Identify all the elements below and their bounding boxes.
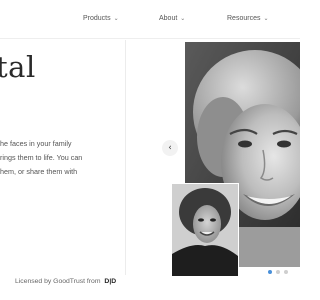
nav-about-label: About (159, 15, 178, 22)
chevron-down-icon: ⌄ (263, 16, 269, 22)
carousel-dot[interactable] (284, 270, 288, 274)
column-divider (125, 40, 126, 275)
nav-resources[interactable]: Resources ⌄ (227, 15, 269, 22)
carousel-pagination (268, 270, 288, 274)
top-navigation: Products ⌄ About ⌄ Resources ⌄ (0, 0, 300, 39)
carousel-dot[interactable] (268, 270, 272, 274)
license-logo: D|D (104, 278, 117, 285)
nav-products[interactable]: Products ⌄ (83, 15, 119, 22)
nav-products-label: Products (83, 15, 111, 22)
hero-title: tal (0, 50, 36, 84)
hero-description: he faces in your family rings them to li… (0, 137, 92, 179)
license-credit: Licensed by GoodTrust from D|D (15, 278, 116, 285)
chevron-down-icon: ⌄ (113, 16, 119, 22)
inset-original-photo (172, 184, 238, 276)
hero-description-line: he faces in your family (0, 139, 72, 148)
chevron-left-icon: ‹ (168, 143, 172, 153)
hero-description-line: hem, or share them with (0, 167, 78, 176)
license-text: Licensed by GoodTrust from (15, 278, 101, 285)
carousel-dot[interactable] (276, 270, 280, 274)
chevron-down-icon: ⌄ (180, 16, 186, 22)
nav-about[interactable]: About ⌄ (159, 15, 185, 22)
carousel-prev-button[interactable]: ‹ (162, 140, 178, 156)
hero-description-line: rings them to life. You can (0, 153, 83, 162)
nav-resources-label: Resources (227, 15, 261, 22)
